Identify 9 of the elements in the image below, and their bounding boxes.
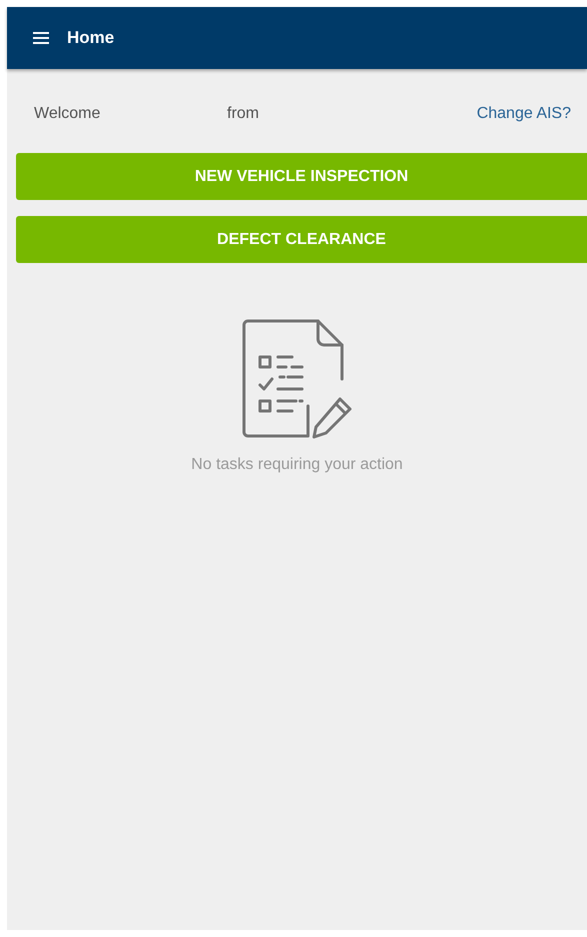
menu-icon[interactable] (33, 32, 49, 44)
checklist-icon (240, 319, 354, 441)
from-text: from (227, 104, 259, 124)
empty-state-message: No tasks requiring your action (191, 455, 403, 475)
change-ais-link[interactable]: Change AIS? (476, 102, 571, 126)
action-button[interactable]: DEFECT CLEARANCE (16, 216, 587, 263)
page-title: Home (67, 27, 114, 50)
action-button[interactable]: NEW VEHICLE INSPECTION (16, 153, 587, 200)
welcome-text: Welcome (34, 104, 102, 124)
